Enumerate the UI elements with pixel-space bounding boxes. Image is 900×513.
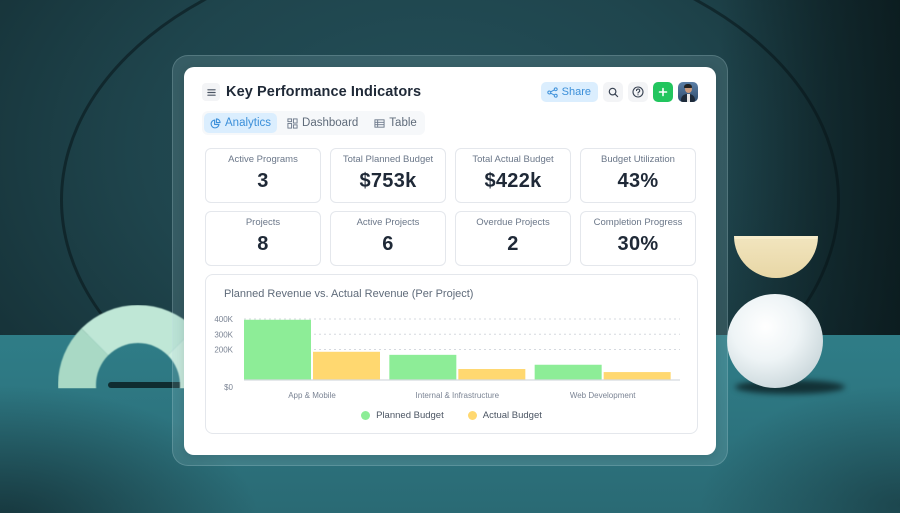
kpi-card-active-projects: Active Projects 6: [330, 211, 446, 266]
legend-item-planned[interactable]: Planned Budget: [361, 410, 444, 421]
help-circle-icon: [632, 86, 644, 98]
kpi-label: Budget Utilization: [601, 154, 675, 165]
kpi-grid: Active Programs 3 Total Planned Budget $…: [205, 148, 698, 266]
kpi-label: Projects: [245, 217, 281, 228]
share-label: Share: [561, 86, 591, 98]
page-title: Key Performance Indicators: [226, 84, 422, 100]
tab-label: Table: [389, 117, 417, 129]
bar-planned: [389, 354, 457, 380]
kpi-card-projects: Projects 8: [205, 211, 321, 266]
user-avatar[interactable]: [678, 82, 698, 102]
legend-dot-actual: [467, 411, 477, 420]
kpi-value: $753k: [359, 170, 417, 192]
kpi-label: Total Actual Budget: [472, 154, 554, 165]
share-icon: [546, 86, 558, 98]
header-actions: Share: [540, 82, 698, 102]
decorative-sphere-shape: [727, 294, 823, 388]
kpi-value: 6: [382, 233, 394, 255]
menu-icon: [206, 88, 216, 96]
kpi-window: Key Performance Indicators Share Analyti…: [184, 67, 716, 455]
menu-button[interactable]: [202, 83, 220, 101]
kpi-label: Total Planned Budget: [342, 154, 434, 165]
kpi-card-budget-utilization: Budget Utilization 43%: [580, 148, 696, 203]
legend-item-actual[interactable]: Actual Budget: [467, 410, 542, 421]
bar-planned: [244, 319, 311, 380]
view-tabs: Analytics Dashboard Table: [202, 111, 425, 135]
kpi-label: Completion Progress: [593, 217, 683, 228]
bar-actual: [458, 369, 526, 380]
kpi-card-active-programs: Active Programs 3: [205, 148, 321, 203]
bar-actual: [603, 372, 671, 380]
tab-label: Analytics: [225, 117, 272, 129]
kpi-value: 8: [257, 233, 269, 255]
search-icon: [608, 87, 618, 97]
kpi-value: 3: [257, 170, 269, 192]
kpi-value: 43%: [617, 170, 659, 192]
y-tick-label: 300K: [214, 330, 233, 339]
x-tick-label: App & Mobile: [288, 391, 336, 400]
bar-actual: [313, 351, 380, 380]
plus-icon: [658, 87, 668, 97]
search-button[interactable]: [603, 82, 623, 102]
pie-chart-icon: [210, 117, 221, 128]
kpi-card-total-actual-budget: Total Actual Budget $422k: [455, 148, 571, 203]
chart-legend: Planned Budget Actual Budget: [206, 410, 697, 421]
kpi-card-overdue-projects: Overdue Projects 2: [455, 211, 571, 266]
revenue-chart-card: Planned Revenue vs. Actual Revenue (Per …: [205, 274, 698, 434]
share-button[interactable]: Share: [540, 82, 598, 102]
tab-dashboard[interactable]: Dashboard: [281, 113, 364, 133]
kpi-card-completion-progress: Completion Progress 30%: [580, 211, 696, 266]
kpi-value: 2: [507, 233, 519, 255]
table-icon: [374, 118, 385, 128]
kpi-value: $422k: [484, 170, 542, 192]
y-tick-label: 200K: [214, 346, 233, 355]
y-tick-label: 400K: [214, 315, 233, 324]
x-tick-label: Internal & Infrastructure: [416, 391, 500, 400]
grid-icon: [287, 117, 298, 129]
legend-label: Actual Budget: [482, 410, 542, 421]
bar-planned: [534, 364, 602, 380]
kpi-label: Active Programs: [228, 154, 298, 165]
add-button[interactable]: [653, 82, 673, 102]
kpi-label: Overdue Projects: [476, 217, 550, 228]
y-tick-label: $0: [224, 383, 233, 392]
kpi-card-total-planned-budget: Total Planned Budget $753k: [330, 148, 446, 203]
legend-dot-planned: [361, 411, 371, 420]
header: Key Performance Indicators Share: [202, 81, 698, 103]
help-button[interactable]: [628, 82, 648, 102]
tab-label: Dashboard: [302, 117, 359, 129]
kpi-value: 30%: [617, 233, 659, 255]
legend-label: Planned Budget: [376, 410, 444, 421]
x-tick-label: Web Development: [570, 391, 636, 400]
tab-analytics[interactable]: Analytics: [204, 113, 278, 133]
kpi-label: Active Projects: [356, 217, 420, 228]
tab-table[interactable]: Table: [368, 113, 423, 133]
